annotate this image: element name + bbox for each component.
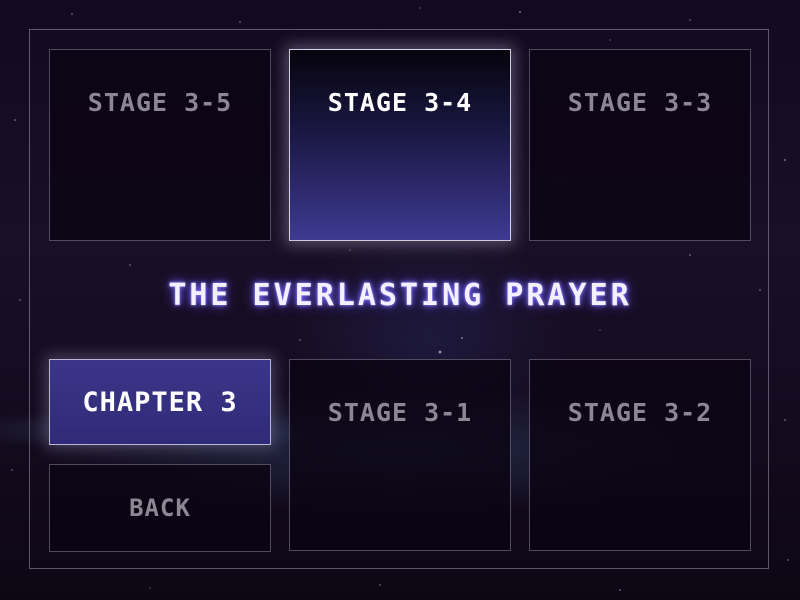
back-label: BACK xyxy=(129,494,191,522)
chapter-title: THE EVERLASTING PRAYER xyxy=(168,278,632,313)
stage-3-4-tile[interactable]: STAGE 3-4 xyxy=(289,49,511,241)
stage-3-1-label: STAGE 3-1 xyxy=(327,398,473,427)
stage-3-3-label: STAGE 3-3 xyxy=(567,88,713,117)
stage-3-2-tile[interactable]: STAGE 3-2 xyxy=(529,359,751,551)
stage-3-5-tile[interactable]: STAGE 3-5 xyxy=(49,49,271,241)
chapter-label: CHAPTER 3 xyxy=(82,386,238,418)
stage-3-1-tile[interactable]: STAGE 3-1 xyxy=(289,359,511,551)
stage-3-4-label: STAGE 3-4 xyxy=(327,88,473,117)
stage-3-2-label: STAGE 3-2 xyxy=(567,398,713,427)
stage-3-5-label: STAGE 3-5 xyxy=(87,88,233,117)
chapter-button[interactable]: CHAPTER 3 xyxy=(49,359,271,445)
back-button[interactable]: BACK xyxy=(49,464,271,552)
stage-3-3-tile[interactable]: STAGE 3-3 xyxy=(529,49,751,241)
